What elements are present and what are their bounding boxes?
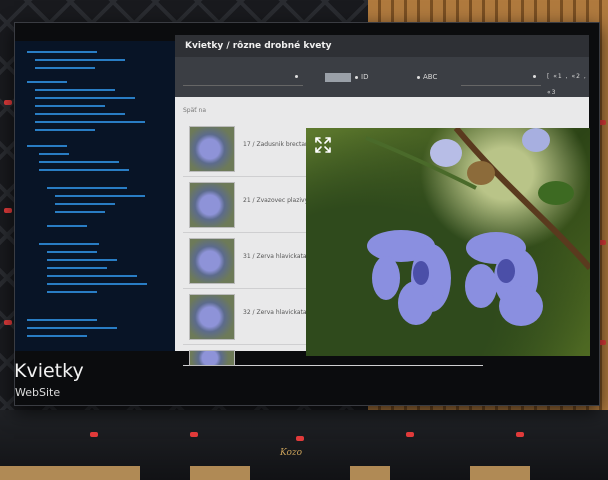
search-dot-icon <box>295 75 298 78</box>
code-line <box>47 267 107 269</box>
code-line <box>35 113 125 115</box>
code-line <box>39 243 99 245</box>
peg <box>516 432 524 437</box>
back-link[interactable]: Späť na <box>183 107 206 114</box>
code-line <box>35 105 105 107</box>
code-line <box>27 145 67 147</box>
radio-dot-icon <box>417 75 420 79</box>
list-item-caption: 32 / Zerva hlavickata <box>243 309 307 316</box>
radio-dot-icon <box>355 75 358 79</box>
id-input-box <box>325 72 351 82</box>
code-line <box>47 251 97 253</box>
flower-thumbnail[interactable] <box>189 350 235 366</box>
floor-plank <box>190 466 250 480</box>
code-line <box>27 335 87 337</box>
floor-plank <box>0 466 140 480</box>
peg <box>296 436 304 441</box>
code-line <box>47 259 117 261</box>
code-line <box>47 187 127 189</box>
sort-abc-button[interactable]: ABC <box>417 69 437 85</box>
code-line <box>27 319 97 321</box>
code-line <box>27 81 67 83</box>
peg <box>4 100 12 105</box>
flower-thumbnail[interactable] <box>189 126 235 172</box>
code-line <box>35 97 135 99</box>
caption-subtitle: WebSite <box>15 386 61 399</box>
code-line <box>47 225 87 227</box>
code-line <box>35 129 95 131</box>
flower-photo-viewer[interactable] <box>306 128 590 356</box>
flower-thumbnail[interactable] <box>189 294 235 340</box>
site-header-title: Kvietky / rôzne drobné kvety <box>175 35 589 57</box>
code-line <box>27 327 117 329</box>
floor-plank <box>470 466 530 480</box>
code-line <box>55 203 115 205</box>
peg <box>190 432 198 437</box>
sort-abc-label: ABC <box>423 73 438 81</box>
peg <box>90 432 98 437</box>
code-line <box>35 121 145 123</box>
floor-logo-text: Kozo <box>280 448 303 458</box>
code-line <box>47 275 137 277</box>
filter-field[interactable] <box>461 69 541 86</box>
sort-id-button[interactable]: ID <box>325 69 368 85</box>
code-line <box>35 59 125 61</box>
code-line <box>47 283 147 285</box>
peg <box>406 432 414 437</box>
code-line <box>39 169 129 171</box>
floor-plank <box>350 466 390 480</box>
flower-thumbnail[interactable] <box>189 238 235 284</box>
flower-thumbnail[interactable] <box>189 182 235 228</box>
expand-icon[interactable] <box>314 136 332 154</box>
list-item-caption: 21 / Zvazovec plazivy <box>243 197 309 204</box>
code-line <box>39 153 69 155</box>
site-toolbar: ID ABC [ «1 , «2 , «3 <box>175 57 589 97</box>
peg <box>4 320 12 325</box>
sort-id-label: ID <box>361 73 369 81</box>
flower-photo <box>365 128 590 326</box>
search-field[interactable] <box>183 69 303 86</box>
caption-title: Kvietky <box>14 360 84 382</box>
code-line <box>47 291 97 293</box>
code-line <box>35 89 115 91</box>
code-line <box>55 211 105 213</box>
code-line <box>39 161 119 163</box>
peg <box>4 208 12 213</box>
code-line <box>55 195 145 197</box>
floor: Kozo <box>0 410 608 480</box>
list-item-caption: 31 / Zerva hlavickata <box>243 253 307 260</box>
filter-dot-icon <box>533 75 536 78</box>
code-panel <box>15 41 175 351</box>
code-line <box>27 51 97 53</box>
code-line <box>35 67 95 69</box>
pager-links[interactable]: [ «1 , «2 , «3 <box>547 69 589 96</box>
